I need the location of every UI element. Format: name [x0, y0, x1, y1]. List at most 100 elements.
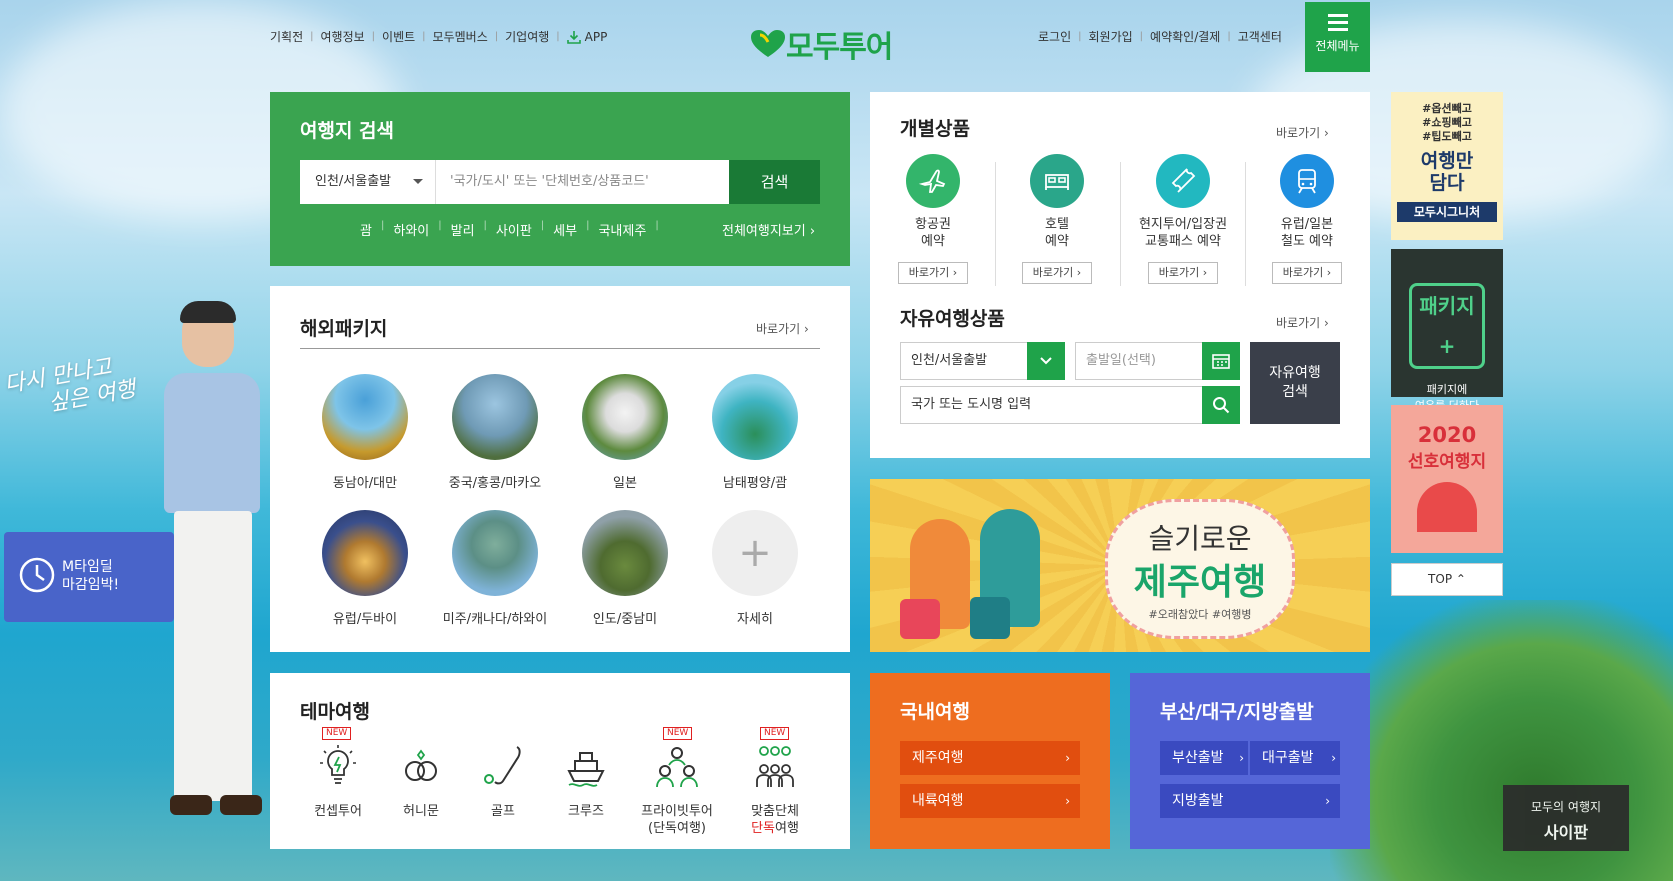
model-figure — [150, 301, 300, 850]
chevron-up-icon: ⌃ — [1455, 572, 1466, 586]
go-button[interactable]: 바로가기 › — [898, 262, 968, 284]
free-travel-search-button[interactable]: 자유여행 검색 — [1250, 342, 1340, 424]
go-button[interactable]: 바로가기 › — [1272, 262, 1342, 284]
theme-item-label[interactable]: 프라이빗투어 — [622, 803, 732, 820]
divider — [1120, 162, 1121, 286]
overseas-package-panel: 해외패키지 바로가기 › 동남아/대만 중국/홍콩/마카오 일본 남태평양/괌 … — [270, 286, 850, 652]
chevron-down-icon[interactable] — [1027, 342, 1065, 380]
quick-jeju[interactable]: 국내제주 — [598, 220, 646, 239]
divider — [1245, 162, 1246, 286]
europe-image[interactable] — [322, 510, 408, 596]
package-item-label[interactable]: 동남아/대만 — [300, 472, 430, 491]
quick-cebu[interactable]: 세부 — [553, 220, 577, 239]
nav-events[interactable]: 이벤트 — [382, 28, 415, 45]
package-item-label[interactable]: 자세히 — [690, 608, 820, 627]
package-plus-banner[interactable]: 패키지+ 패키지에 여유를 더하다 — [1391, 249, 1503, 412]
quick-bali[interactable]: 발리 — [451, 220, 475, 239]
train-icon[interactable] — [1280, 154, 1334, 208]
app-link[interactable]: APP — [566, 30, 607, 44]
busan-departure-button[interactable]: 부산출발 › — [1160, 741, 1248, 775]
plus-icon[interactable]: + — [712, 510, 798, 596]
customer-center-link[interactable]: 고객센터 — [1238, 28, 1282, 45]
login-link[interactable]: 로그인 — [1038, 28, 1071, 45]
all-destinations-link[interactable]: 전체여행지보기 › — [722, 220, 815, 239]
chevron-right-icon: › — [809, 224, 816, 239]
nav-travel-info[interactable]: 여행정보 — [321, 28, 365, 45]
divider — [995, 162, 996, 286]
preferred-destinations-banner[interactable]: 2020 선호여행지 — [1391, 405, 1503, 553]
private-tour-icon[interactable] — [654, 743, 700, 789]
hamburger-icon — [1327, 14, 1348, 31]
quick-guam[interactable]: 괌 — [360, 220, 372, 239]
nav-members[interactable]: 모두멤버스 — [433, 28, 488, 45]
jeju-travel-banner[interactable]: 슬기로운 제주여행 #오래참았다 #여행병 — [870, 479, 1370, 652]
southeast-asia-image[interactable] — [322, 374, 408, 460]
calendar-icon[interactable] — [1202, 342, 1240, 380]
cruise-ship-icon[interactable] — [563, 743, 609, 789]
package-item-label[interactable]: 인도/중남미 — [560, 608, 690, 627]
nav-corporate[interactable]: 기업여행 — [505, 28, 549, 45]
caret-down-icon — [413, 179, 423, 189]
airplane-icon[interactable] — [906, 154, 960, 208]
nav-exhibitions[interactable]: 기획전 — [270, 28, 303, 45]
individual-item-label: 예약 — [921, 234, 945, 249]
individual-item-label: 교통패스 예약 — [1145, 234, 1221, 249]
theme-item-label[interactable]: 맞춤단체 — [720, 803, 830, 820]
site-logo[interactable]: 모두투어 — [750, 22, 893, 66]
mainland-travel-button[interactable]: 내륙여행 › — [900, 784, 1080, 818]
quick-destinations: 괌 | 하와이 | 발리 | 사이판 | 세부 | 국내제주 | — [360, 220, 659, 239]
south-pacific-image[interactable] — [712, 374, 798, 460]
lightbulb-icon[interactable] — [315, 743, 361, 789]
golf-icon[interactable] — [481, 743, 527, 789]
regional-departure-button[interactable]: 지방출발 › — [1160, 784, 1340, 818]
suitcase-illustration — [900, 599, 940, 639]
americas-image[interactable] — [452, 510, 538, 596]
japan-image[interactable] — [582, 374, 668, 460]
all-menu-button[interactable]: 전체메뉴 — [1305, 2, 1370, 72]
package-item-label[interactable]: 미주/캐나다/하와이 — [430, 608, 560, 627]
suitcase-illustration — [970, 597, 1010, 639]
reservation-link[interactable]: 예약확인/결제 — [1150, 28, 1220, 45]
search-button[interactable]: 검색 — [729, 160, 820, 204]
destination-search-input[interactable]: '국가/도시' 또는 '단체번호/상품코드' — [435, 160, 729, 204]
quick-saipan[interactable]: 사이판 — [496, 220, 532, 239]
group-icon[interactable] — [752, 743, 798, 789]
daegu-departure-button[interactable]: 대구출발 › — [1250, 741, 1340, 775]
new-badge: NEW — [322, 727, 352, 740]
india-latin-image[interactable] — [582, 510, 668, 596]
jeju-travel-button[interactable]: 제주여행 › — [900, 741, 1080, 775]
package-item-label[interactable]: 남태평양/괌 — [690, 472, 820, 491]
search-icon[interactable] — [1202, 386, 1240, 424]
go-button[interactable]: 바로가기 › — [1022, 262, 1092, 284]
signup-link[interactable]: 회원가입 — [1089, 28, 1133, 45]
ticket-icon[interactable] — [1156, 154, 1210, 208]
package-item-label[interactable]: 중국/홍콩/마카오 — [430, 472, 560, 491]
go-button[interactable]: 바로가기 › — [1148, 262, 1218, 284]
heart-logo-icon — [751, 30, 785, 57]
package-item-label[interactable]: 일본 — [560, 472, 690, 491]
individual-item-label: 현지투어/입장권 — [1138, 217, 1228, 232]
signature-banner[interactable]: #옵션빼고 #쇼핑빼고 #팁도빼고 여행만 담다 모두시그니처 — [1391, 92, 1503, 240]
free-departure-select[interactable]: 인천/서울출발 — [900, 342, 1028, 380]
free-travel-more-link[interactable]: 바로가기 › — [1276, 314, 1329, 331]
top-nav-left: 기획전 | 여행정보 | 이벤트 | 모두멤버스 | 기업여행 | APP — [270, 28, 608, 45]
bed-icon[interactable] — [1030, 154, 1084, 208]
china-image[interactable] — [452, 374, 538, 460]
departure-date-input[interactable]: 출발일(선택) — [1075, 342, 1203, 380]
departure-select[interactable]: 인천/서울출발 — [300, 160, 435, 204]
individual-more-link[interactable]: 바로가기 › — [1276, 124, 1329, 141]
package-item-label[interactable]: 유럽/두바이 — [300, 608, 430, 627]
quick-hawaii[interactable]: 하와이 — [393, 220, 429, 239]
destination-input[interactable]: 국가 또는 도시명 입력 — [900, 386, 1203, 424]
time-deal-badge[interactable]: M타임딜 마감임박! — [4, 532, 174, 622]
individual-title: 개별상품 — [900, 118, 970, 140]
chevron-right-icon: › — [1324, 316, 1329, 330]
new-badge: NEW — [663, 727, 693, 740]
banner-tags: #오래참았다 #여행병 — [1148, 608, 1252, 621]
rings-icon[interactable] — [398, 743, 444, 789]
divider — [300, 348, 820, 349]
sitemap-widget[interactable]: 모두의 여행지 사이판 — [1503, 785, 1629, 851]
package-more-link[interactable]: 바로가기 › — [756, 320, 809, 337]
chevron-right-icon: › — [1325, 794, 1330, 808]
scroll-top-button[interactable]: TOP ⌃ — [1391, 563, 1503, 596]
